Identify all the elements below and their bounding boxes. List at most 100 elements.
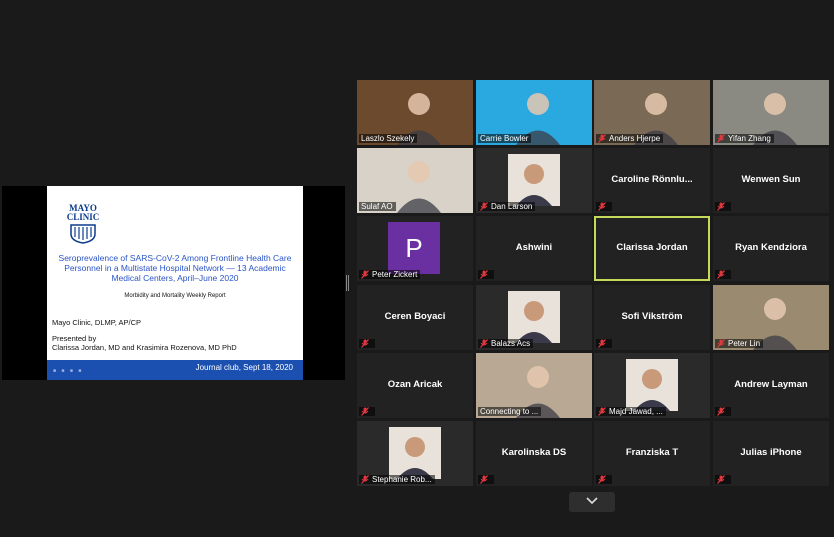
microphone-muted-icon — [717, 407, 725, 416]
microphone-muted-icon — [361, 407, 369, 416]
participant-tile[interactable]: Stephanie Rob... — [357, 421, 473, 486]
participant-tile[interactable]: Carrie Bowler — [476, 80, 592, 145]
participant-name: Balazs Acs — [491, 339, 531, 348]
participant-tile[interactable]: Yifan Zhang — [713, 80, 829, 145]
slide-affiliation: Mayo Clinic, DLMP, AP/CP — [52, 318, 142, 327]
microphone-muted-icon — [361, 475, 369, 484]
microphone-muted-icon — [480, 339, 488, 348]
participant-tile[interactable]: Ozan Aricak — [357, 353, 473, 418]
participant-tile[interactable]: Balazs Acs — [476, 285, 592, 350]
mute-indicator — [478, 270, 494, 279]
participant-tile[interactable]: Julias iPhone — [713, 421, 829, 486]
chevron-down-icon — [586, 497, 598, 505]
participant-label: Anders Hjerpe — [596, 134, 664, 143]
participant-tile[interactable]: Wenwen Sun — [713, 148, 829, 213]
logo-line2: CLINIC — [66, 212, 100, 222]
participant-label: Laszlo Szekely — [359, 134, 418, 143]
participant-tile[interactable]: Ashwini — [476, 216, 592, 281]
microphone-muted-icon — [717, 202, 725, 211]
participant-tile[interactable]: Connecting to ... — [476, 353, 592, 418]
participant-tile[interactable]: Clarissa Jordan — [594, 216, 710, 281]
mute-indicator — [596, 339, 612, 348]
microphone-muted-icon — [480, 270, 488, 279]
participant-label: Balazs Acs — [478, 339, 534, 348]
participant-name: Carrie Bowler — [480, 134, 529, 143]
microphone-muted-icon — [480, 475, 488, 484]
participant-photo — [508, 154, 560, 206]
participant-photo — [389, 427, 441, 479]
avatar: P — [388, 222, 440, 274]
slide-footer: ■ ■ ■ ■ Journal club, Sept 18, 2020 — [47, 360, 303, 380]
participant-label: Sulaf AO — [359, 202, 396, 211]
participant-name: Julias iPhone — [740, 447, 802, 458]
participant-name: Stephanie Rob... — [372, 475, 432, 484]
participant-name: Majd Jawad, ... — [609, 407, 663, 416]
participant-tile[interactable]: Peter Lin — [713, 285, 829, 350]
participant-name: Peter Lin — [728, 339, 761, 348]
microphone-muted-icon — [361, 339, 369, 348]
participant-tile[interactable]: P Peter Zickert — [357, 216, 473, 281]
participant-name: Dan Larson — [491, 202, 533, 211]
participant-label: Peter Lin — [715, 339, 764, 348]
participant-name: Ceren Boyaci — [384, 311, 446, 322]
participant-photo — [626, 359, 678, 411]
mute-indicator — [715, 407, 731, 416]
participant-tile[interactable]: Majd Jawad, ... — [594, 353, 710, 418]
participant-name: Caroline Rönnlu... — [611, 174, 693, 185]
participant-tile[interactable]: Anders Hjerpe — [594, 80, 710, 145]
participant-name: Wenwen Sun — [741, 174, 801, 185]
participant-name: Peter Zickert — [372, 270, 418, 279]
participant-label: Majd Jawad, ... — [596, 407, 666, 416]
participant-name: Ryan Kendziora — [735, 242, 807, 253]
microphone-muted-icon — [598, 339, 606, 348]
participant-tile[interactable]: Laszlo Szekely — [357, 80, 473, 145]
footer-text: Journal club, Sept 18, 2020 — [195, 363, 293, 372]
participant-tile[interactable]: Sulaf AO — [357, 148, 473, 213]
mute-indicator — [596, 202, 612, 211]
participant-tile[interactable]: Karolinska DS — [476, 421, 592, 486]
microphone-muted-icon — [598, 475, 606, 484]
microphone-muted-icon — [480, 202, 488, 211]
microphone-muted-icon — [717, 475, 725, 484]
microphone-muted-icon — [717, 339, 725, 348]
participant-tile[interactable]: Ceren Boyaci — [357, 285, 473, 350]
slide-presenters: Presented by Clarissa Jordan, MD and Kra… — [52, 334, 237, 352]
mute-indicator — [359, 339, 375, 348]
presentation-slide: MAYO CLINIC Seroprevalence of SARS-CoV-2… — [47, 186, 303, 380]
slide-title: Seroprevalence of SARS-CoV-2 Among Front… — [58, 253, 292, 283]
participant-tile[interactable]: Franziska T — [594, 421, 710, 486]
participant-tile[interactable]: Ryan Kendziora — [713, 216, 829, 281]
participant-name: Sofi Vikström — [621, 311, 683, 322]
scroll-down-button[interactable] — [569, 492, 615, 512]
participant-name: Laszlo Szekely — [361, 134, 415, 143]
microphone-muted-icon — [598, 407, 606, 416]
slide-subtitle: Morbidity and Mortality Weekly Report — [124, 293, 226, 299]
shield-icon — [70, 224, 96, 244]
participant-tile[interactable]: Sofi Vikström — [594, 285, 710, 350]
footer-dots: ■ ■ ■ ■ — [53, 368, 84, 374]
participant-label: Dan Larson — [478, 202, 536, 211]
participant-label: Peter Zickert — [359, 270, 421, 279]
microphone-muted-icon — [361, 270, 369, 279]
participant-label: Connecting to ... — [478, 407, 542, 416]
microphone-muted-icon — [717, 270, 725, 279]
participant-tile[interactable]: Andrew Layman — [713, 353, 829, 418]
participant-tile[interactable]: Caroline Rönnlu... — [594, 148, 710, 213]
participant-label: Yifan Zhang — [715, 134, 774, 143]
microphone-muted-icon — [598, 202, 606, 211]
split-resize-handle[interactable] — [346, 275, 349, 291]
mute-indicator — [715, 270, 731, 279]
participant-name: Yifan Zhang — [728, 134, 771, 143]
participant-name: Sulaf AO — [361, 202, 393, 211]
mayo-clinic-logo: MAYO CLINIC — [63, 204, 103, 244]
participant-name: Clarissa Jordan — [616, 242, 688, 253]
participant-tile[interactable]: Dan Larson — [476, 148, 592, 213]
shared-screen: MAYO CLINIC Seroprevalence of SARS-CoV-2… — [2, 186, 345, 380]
participant-photo — [508, 291, 560, 343]
participant-name: Karolinska DS — [501, 447, 567, 458]
participant-label: Stephanie Rob... — [359, 475, 435, 484]
mute-indicator — [715, 202, 731, 211]
participant-name: Franziska T — [625, 447, 679, 458]
presented-label: Presented by — [52, 334, 97, 343]
microphone-muted-icon — [717, 134, 725, 143]
